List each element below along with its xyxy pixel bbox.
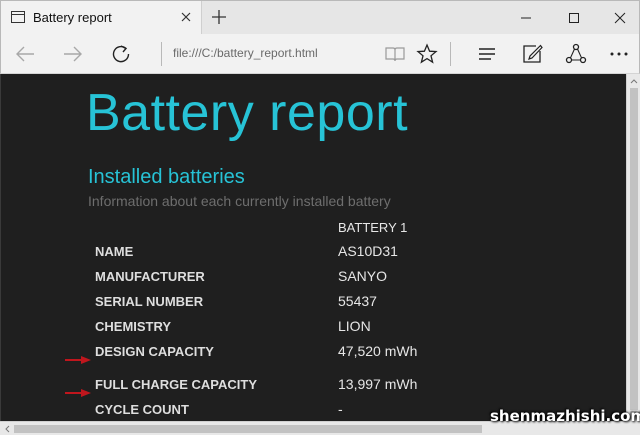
row-value-name: AS10D31 [338,243,398,259]
row-label-manufacturer: MANUFACTURER [95,269,205,284]
forward-arrow-icon[interactable] [61,42,85,66]
row-label-name: NAME [95,244,134,259]
row-label-full-charge-capacity: FULL CHARGE CAPACITY [95,377,258,392]
page-content: Battery report Installed batteries Infor… [0,74,626,421]
row-label-chemistry: CHEMISTRY [95,319,172,334]
navigation-bar: file:///C:/battery_report.html [0,34,640,74]
address-bar[interactable]: file:///C:/battery_report.html [173,46,318,60]
share-icon[interactable] [564,42,588,66]
row-label-design-capacity: DESIGN CAPACITY [95,344,214,359]
red-arrow-icon [65,382,91,397]
row-value-serial-number: 55437 [338,293,377,309]
vertical-scroll-thumb[interactable] [630,88,638,410]
section-title: Installed batteries [88,166,245,188]
tab-title: Battery report [33,10,112,25]
vertical-scrollbar[interactable] [626,74,640,421]
hub-lines-icon[interactable] [475,42,499,66]
page-icon [11,11,25,23]
row-label-cycle-count: CYCLE COUNT [95,402,189,417]
book-icon[interactable] [383,42,407,66]
row-value-design-capacity: 47,520 mWh [338,343,418,359]
maximize-button[interactable] [551,1,597,35]
row-value-manufacturer: SANYO [338,268,388,284]
red-arrow-icon [65,349,91,364]
nav-divider [161,42,162,66]
close-window-button[interactable] [597,1,640,35]
battery-column-header: BATTERY 1 [338,220,408,235]
watermark: shenmazhishi.com [490,407,640,425]
horizontal-scroll-thumb[interactable] [14,425,482,433]
star-icon[interactable] [415,42,439,66]
minimize-button[interactable] [503,1,549,35]
close-tab-icon[interactable] [177,8,195,26]
page-title: Battery report [86,84,409,142]
back-arrow-icon[interactable] [13,42,37,66]
row-value-full-charge-capacity: 13,997 mWh [338,376,418,392]
scroll-up-icon[interactable] [627,75,640,87]
row-value-cycle-count: - [338,401,343,417]
nav-divider [450,42,451,66]
scroll-left-icon[interactable] [1,422,13,435]
more-dots-icon[interactable] [607,42,631,66]
section-subtitle: Information about each currently install… [88,193,391,209]
title-bar: Battery report [0,0,640,35]
refresh-icon[interactable] [109,42,133,66]
row-value-chemistry: LION [338,318,371,334]
pen-note-icon[interactable] [520,42,544,66]
row-label-serial-number: SERIAL NUMBER [95,294,204,309]
tab-battery-report[interactable]: Battery report [1,1,202,35]
new-tab-button[interactable] [208,6,230,28]
